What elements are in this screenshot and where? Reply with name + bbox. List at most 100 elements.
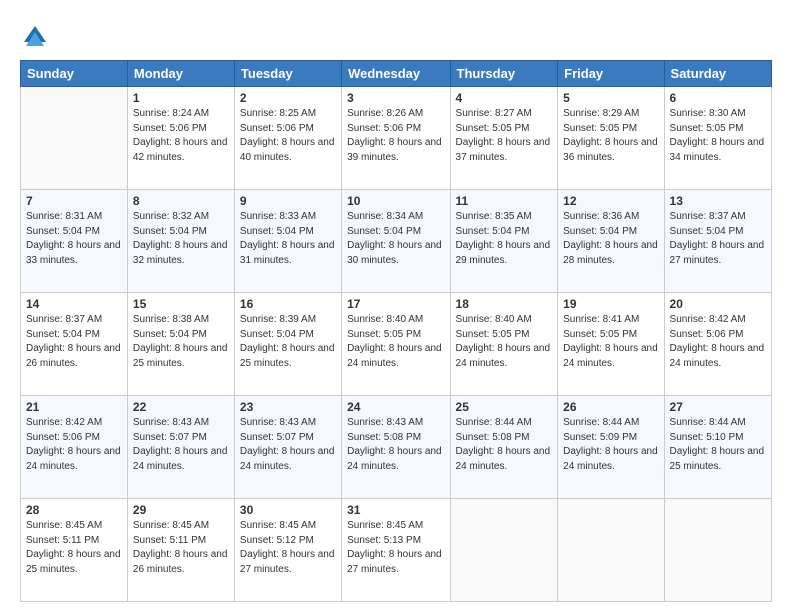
day-number: 25	[456, 400, 553, 414]
day-number: 30	[240, 503, 336, 517]
day-number: 2	[240, 91, 336, 105]
calendar-cell: 5Sunrise: 8:29 AM Sunset: 5:05 PM Daylig…	[558, 87, 664, 190]
day-detail: Sunrise: 8:44 AM Sunset: 5:08 PM Dayligh…	[456, 416, 553, 474]
day-number: 23	[240, 400, 336, 414]
day-detail: Sunrise: 8:33 AM Sunset: 5:04 PM Dayligh…	[240, 210, 336, 268]
day-number: 4	[456, 91, 553, 105]
day-detail: Sunrise: 8:43 AM Sunset: 5:07 PM Dayligh…	[133, 416, 229, 474]
day-detail: Sunrise: 8:35 AM Sunset: 5:04 PM Dayligh…	[456, 210, 553, 268]
day-number: 26	[563, 400, 658, 414]
day-detail: Sunrise: 8:31 AM Sunset: 5:04 PM Dayligh…	[26, 210, 122, 268]
weekday-header-thursday: Thursday	[450, 61, 558, 87]
calendar-cell: 18Sunrise: 8:40 AM Sunset: 5:05 PM Dayli…	[450, 293, 558, 396]
calendar-week-5: 28 Sunrise: 8:45 AM Sunset: 5:11 PM Dayli…	[21, 499, 772, 602]
logo	[20, 22, 54, 52]
day-detail: Sunrise: 8:38 AM Sunset: 5:04 PM Dayligh…	[133, 313, 229, 371]
day-detail: Sunrise: 8:42 AM Sunset: 5:06 PM Dayligh…	[26, 416, 122, 474]
calendar-week-2: 7 Sunrise: 8:31 AM Sunset: 5:04 PM Daylig…	[21, 190, 772, 293]
day-number: 17	[347, 297, 444, 311]
calendar-week-4: 21Sunrise: 8:42 AM Sunset: 5:06 PM Dayli…	[21, 396, 772, 499]
day-number: 28	[26, 503, 122, 517]
day-number: 19	[563, 297, 658, 311]
day-detail: Sunrise: 8:42 AM Sunset: 5:06 PM Dayligh…	[670, 313, 766, 371]
day-detail: Sunrise: 8:39 AM Sunset: 5:04 PM Dayligh…	[240, 313, 336, 371]
calendar-cell: 24Sunrise: 8:43 AM Sunset: 5:08 PM Dayli…	[342, 396, 450, 499]
calendar-week-3: 14 Sunrise: 8:37 AM Sunset: 5:04 PM Dayli…	[21, 293, 772, 396]
day-detail: Sunrise: 8:45 AM Sunset: 5:11 PM Dayligh…	[26, 519, 122, 577]
calendar-cell	[21, 87, 128, 190]
calendar-cell: 27Sunrise: 8:44 AM Sunset: 5:10 PM Dayli…	[664, 396, 771, 499]
day-number: 14	[26, 297, 122, 311]
weekday-header-friday: Friday	[558, 61, 664, 87]
day-detail: Sunrise: 8:37 AM Sunset: 5:04 PM Dayligh…	[670, 210, 766, 268]
weekday-header-tuesday: Tuesday	[234, 61, 341, 87]
calendar-cell: 8Sunrise: 8:32 AM Sunset: 5:04 PM Daylig…	[127, 190, 234, 293]
day-detail: Sunrise: 8:43 AM Sunset: 5:07 PM Dayligh…	[240, 416, 336, 474]
day-detail: Sunrise: 8:40 AM Sunset: 5:05 PM Dayligh…	[347, 313, 444, 371]
day-number: 7	[26, 194, 122, 208]
day-detail: Sunrise: 8:34 AM Sunset: 5:04 PM Dayligh…	[347, 210, 444, 268]
day-number: 15	[133, 297, 229, 311]
day-number: 13	[670, 194, 766, 208]
calendar-cell: 15 Sunrise: 8:38 AM Sunset: 5:04 PM Dayli…	[127, 293, 234, 396]
weekday-header-wednesday: Wednesday	[342, 61, 450, 87]
day-detail: Sunrise: 8:37 AM Sunset: 5:04 PM Dayligh…	[26, 313, 122, 371]
calendar-cell: 2 Sunrise: 8:25 AM Sunset: 5:06 PM Daylig…	[234, 87, 341, 190]
calendar-cell: 25 Sunrise: 8:44 AM Sunset: 5:08 PM Dayli…	[450, 396, 558, 499]
calendar-cell	[450, 499, 558, 602]
day-detail: Sunrise: 8:45 AM Sunset: 5:12 PM Dayligh…	[240, 519, 336, 577]
day-detail: Sunrise: 8:25 AM Sunset: 5:06 PM Dayligh…	[240, 107, 336, 165]
day-detail: Sunrise: 8:45 AM Sunset: 5:13 PM Dayligh…	[347, 519, 444, 577]
day-number: 3	[347, 91, 444, 105]
calendar-cell: 7 Sunrise: 8:31 AM Sunset: 5:04 PM Daylig…	[21, 190, 128, 293]
day-detail: Sunrise: 8:27 AM Sunset: 5:05 PM Dayligh…	[456, 107, 553, 165]
calendar-cell: 16 Sunrise: 8:39 AM Sunset: 5:04 PM Dayli…	[234, 293, 341, 396]
calendar-cell: 23 Sunrise: 8:43 AM Sunset: 5:07 PM Dayli…	[234, 396, 341, 499]
calendar-cell: 4 Sunrise: 8:27 AM Sunset: 5:05 PM Daylig…	[450, 87, 558, 190]
day-detail: Sunrise: 8:26 AM Sunset: 5:06 PM Dayligh…	[347, 107, 444, 165]
calendar-cell: 30 Sunrise: 8:45 AM Sunset: 5:12 PM Dayli…	[234, 499, 341, 602]
calendar-cell: 14 Sunrise: 8:37 AM Sunset: 5:04 PM Dayli…	[21, 293, 128, 396]
day-number: 29	[133, 503, 229, 517]
calendar-cell: 21Sunrise: 8:42 AM Sunset: 5:06 PM Dayli…	[21, 396, 128, 499]
calendar-cell: 26 Sunrise: 8:44 AM Sunset: 5:09 PM Dayli…	[558, 396, 664, 499]
day-detail: Sunrise: 8:30 AM Sunset: 5:05 PM Dayligh…	[670, 107, 766, 165]
calendar-cell: 3 Sunrise: 8:26 AM Sunset: 5:06 PM Daylig…	[342, 87, 450, 190]
calendar-cell: 10 Sunrise: 8:34 AM Sunset: 5:04 PM Dayli…	[342, 190, 450, 293]
day-detail: Sunrise: 8:29 AM Sunset: 5:05 PM Dayligh…	[563, 107, 658, 165]
day-number: 16	[240, 297, 336, 311]
day-number: 18	[456, 297, 553, 311]
day-number: 1	[133, 91, 229, 105]
calendar-cell: 22Sunrise: 8:43 AM Sunset: 5:07 PM Dayli…	[127, 396, 234, 499]
page: SundayMondayTuesdayWednesdayThursdayFrid…	[0, 0, 792, 612]
day-detail: Sunrise: 8:32 AM Sunset: 5:04 PM Dayligh…	[133, 210, 229, 268]
day-detail: Sunrise: 8:41 AM Sunset: 5:05 PM Dayligh…	[563, 313, 658, 371]
calendar-cell: 11 Sunrise: 8:35 AM Sunset: 5:04 PM Dayli…	[450, 190, 558, 293]
weekday-header-sunday: Sunday	[21, 61, 128, 87]
calendar-cell: 12 Sunrise: 8:36 AM Sunset: 5:04 PM Dayli…	[558, 190, 664, 293]
day-detail: Sunrise: 8:24 AM Sunset: 5:06 PM Dayligh…	[133, 107, 229, 165]
day-detail: Sunrise: 8:44 AM Sunset: 5:09 PM Dayligh…	[563, 416, 658, 474]
calendar-cell: 9Sunrise: 8:33 AM Sunset: 5:04 PM Daylig…	[234, 190, 341, 293]
day-number: 24	[347, 400, 444, 414]
day-number: 20	[670, 297, 766, 311]
day-number: 11	[456, 194, 553, 208]
day-number: 27	[670, 400, 766, 414]
calendar-cell: 6 Sunrise: 8:30 AM Sunset: 5:05 PM Daylig…	[664, 87, 771, 190]
day-number: 10	[347, 194, 444, 208]
day-detail: Sunrise: 8:36 AM Sunset: 5:04 PM Dayligh…	[563, 210, 658, 268]
calendar-table: SundayMondayTuesdayWednesdayThursdayFrid…	[20, 60, 772, 602]
weekday-header-row: SundayMondayTuesdayWednesdayThursdayFrid…	[21, 61, 772, 87]
calendar-cell: 29 Sunrise: 8:45 AM Sunset: 5:11 PM Dayli…	[127, 499, 234, 602]
logo-icon	[20, 22, 50, 52]
weekday-header-saturday: Saturday	[664, 61, 771, 87]
day-number: 12	[563, 194, 658, 208]
calendar-cell: 17 Sunrise: 8:40 AM Sunset: 5:05 PM Dayli…	[342, 293, 450, 396]
calendar-cell	[558, 499, 664, 602]
day-number: 6	[670, 91, 766, 105]
calendar-cell: 13 Sunrise: 8:37 AM Sunset: 5:04 PM Dayli…	[664, 190, 771, 293]
day-detail: Sunrise: 8:45 AM Sunset: 5:11 PM Dayligh…	[133, 519, 229, 577]
calendar-cell: 28 Sunrise: 8:45 AM Sunset: 5:11 PM Dayli…	[21, 499, 128, 602]
calendar-cell: 31Sunrise: 8:45 AM Sunset: 5:13 PM Dayli…	[342, 499, 450, 602]
calendar-cell	[664, 499, 771, 602]
